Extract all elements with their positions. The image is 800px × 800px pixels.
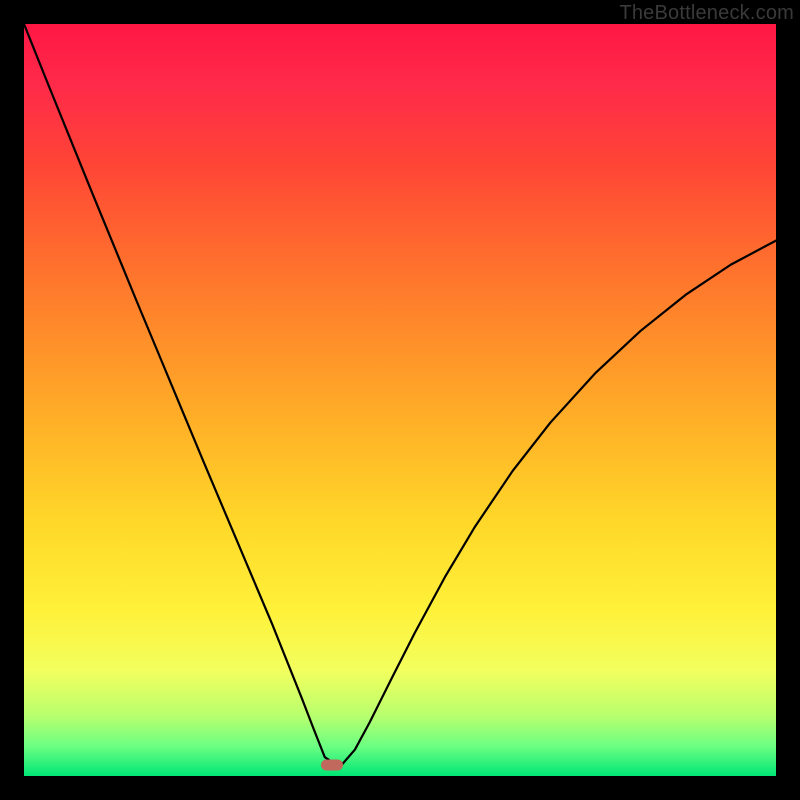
watermark-text: TheBottleneck.com	[619, 2, 794, 25]
bottleneck-curve	[24, 24, 776, 767]
chart-svg	[24, 24, 776, 776]
optimum-marker	[321, 759, 343, 770]
chart-area	[24, 24, 776, 776]
